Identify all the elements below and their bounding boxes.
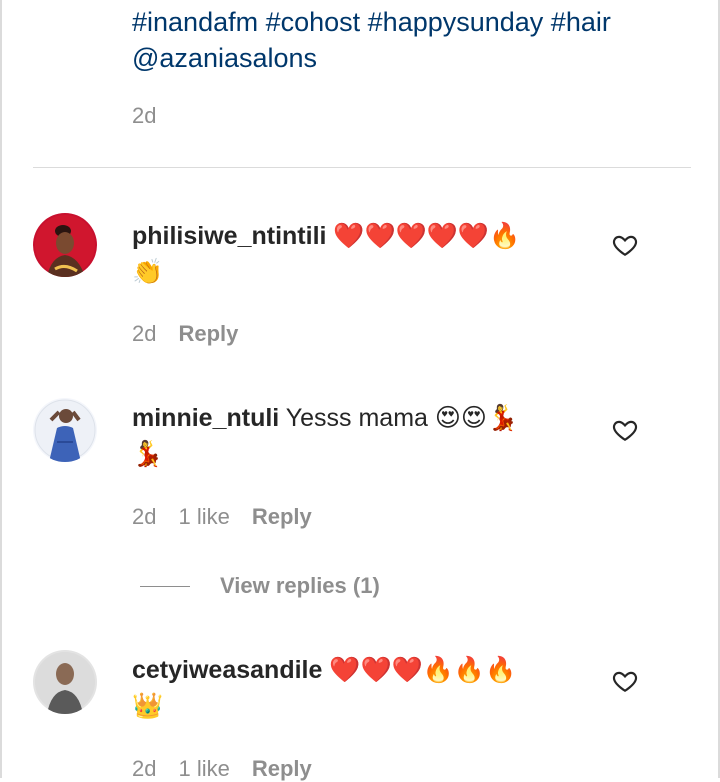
caption: #inandafm #cohost #happysunday #hair @az… xyxy=(132,4,611,76)
comment-body: Yesss mama xyxy=(285,404,428,432)
comment-emoji: ❤️❤️❤️🔥🔥🔥 xyxy=(329,655,517,684)
heart-outline-icon[interactable] xyxy=(612,417,638,443)
comment-meta: 2d 1 like Reply xyxy=(132,756,312,782)
view-replies-line xyxy=(140,585,190,587)
comment-meta: 2d 1 like Reply xyxy=(132,504,312,530)
left-border xyxy=(0,0,2,778)
view-replies-label: View replies (1) xyxy=(220,573,380,598)
comment-username[interactable]: philisiwe_ntintili xyxy=(132,222,326,250)
avatar[interactable] xyxy=(33,650,97,714)
heart-outline-icon[interactable] xyxy=(612,232,638,258)
comment-emoji: ❤️❤️❤️❤️❤️🔥 xyxy=(333,221,521,250)
comment-timestamp[interactable]: 2d xyxy=(132,504,156,530)
like-count[interactable]: 1 like xyxy=(178,756,229,782)
caption-mention[interactable]: @azaniasalons xyxy=(132,40,611,76)
heart-outline-icon[interactable] xyxy=(612,668,638,694)
comment-emoji: 👑 xyxy=(132,691,164,720)
caption-timestamp[interactable]: 2d xyxy=(132,103,156,129)
view-replies-button[interactable]: View replies (1) xyxy=(140,573,380,599)
comment-emoji: 👏 xyxy=(132,257,164,286)
comment-text: cetyiweasandile ❤️❤️❤️🔥🔥🔥 👑 xyxy=(132,652,572,724)
like-count[interactable]: 1 like xyxy=(178,504,229,530)
comment-emoji: 😍😍💃 xyxy=(434,403,519,432)
reply-button[interactable]: Reply xyxy=(252,504,312,530)
comment-timestamp[interactable]: 2d xyxy=(132,756,156,782)
reply-button[interactable]: Reply xyxy=(252,756,312,782)
comment-timestamp[interactable]: 2d xyxy=(132,321,156,347)
comment-emoji: 💃 xyxy=(132,439,164,468)
avatar[interactable] xyxy=(33,213,97,277)
comment-username[interactable]: minnie_ntuli xyxy=(132,404,279,432)
divider xyxy=(33,167,691,168)
comment-username[interactable]: cetyiweasandile xyxy=(132,656,322,684)
caption-hashtags[interactable]: #inandafm #cohost #happysunday #hair xyxy=(132,4,611,40)
comment-text: minnie_ntuli Yesss mama 😍😍💃 💃 xyxy=(132,400,572,472)
avatar[interactable] xyxy=(33,398,97,462)
comment-text: philisiwe_ntintili ❤️❤️❤️❤️❤️🔥 👏 xyxy=(132,218,572,290)
comment-meta: 2d Reply xyxy=(132,321,238,347)
reply-button[interactable]: Reply xyxy=(178,321,238,347)
